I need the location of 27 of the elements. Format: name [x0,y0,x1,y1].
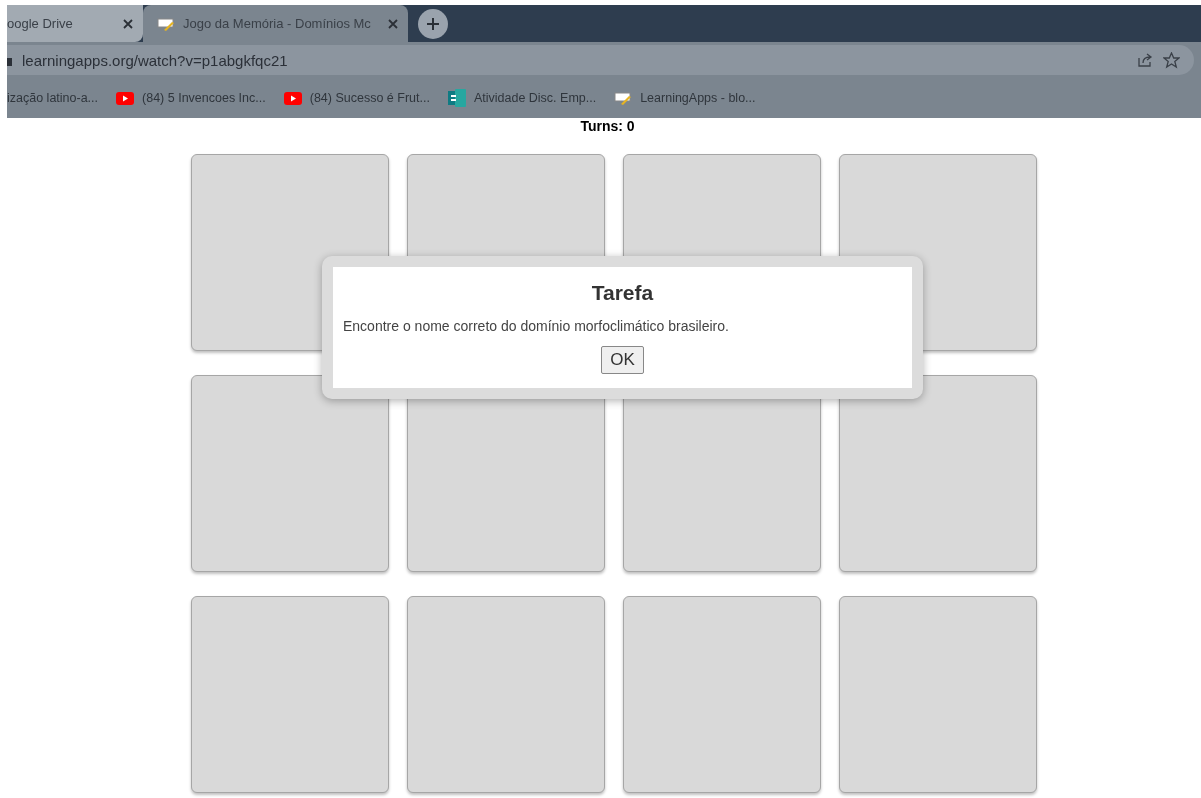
star-icon[interactable] [1163,51,1180,69]
memory-card[interactable] [623,596,821,793]
bookmark[interactable]: ização latino-a... [7,91,99,105]
memory-card[interactable] [191,375,389,572]
bookmark[interactable]: (84) 5 Invencoes Inc... [116,91,266,105]
video-icon [116,91,135,105]
memory-card[interactable] [839,375,1037,572]
dialog-title: Tarefa [591,281,654,305]
notepad-icon [614,91,633,105]
memory-card[interactable] [839,596,1037,793]
bookmark[interactable]: LearningApps - blo... [614,91,756,105]
video-icon [283,91,302,105]
new-tab-button[interactable] [418,9,448,39]
turns-counter: Turns: 0 [579,118,636,134]
browser-tab[interactable]: Jogo da Memória - Domínios Mc [143,5,408,42]
bookmark[interactable]: Atividade Disc. Emp... [447,89,597,107]
memory-card[interactable] [191,596,389,793]
share-icon[interactable] [1137,52,1153,68]
ok-button[interactable]: OK [601,346,644,374]
bookmark[interactable]: (84) Sucesso é Frut... [283,91,430,105]
address-bar[interactable]: learningapps.org/watch?v=p1abgkfqc21 [7,45,1194,75]
memory-card[interactable] [407,596,605,793]
plus-icon [426,17,440,31]
dialog-message: Encontre o nome correto do domínio morfoclimático brasileiro. [343,318,729,334]
browser-tab[interactable]: oogle Drive [7,5,143,42]
forms-icon [447,89,466,107]
notepad-icon [157,16,175,31]
